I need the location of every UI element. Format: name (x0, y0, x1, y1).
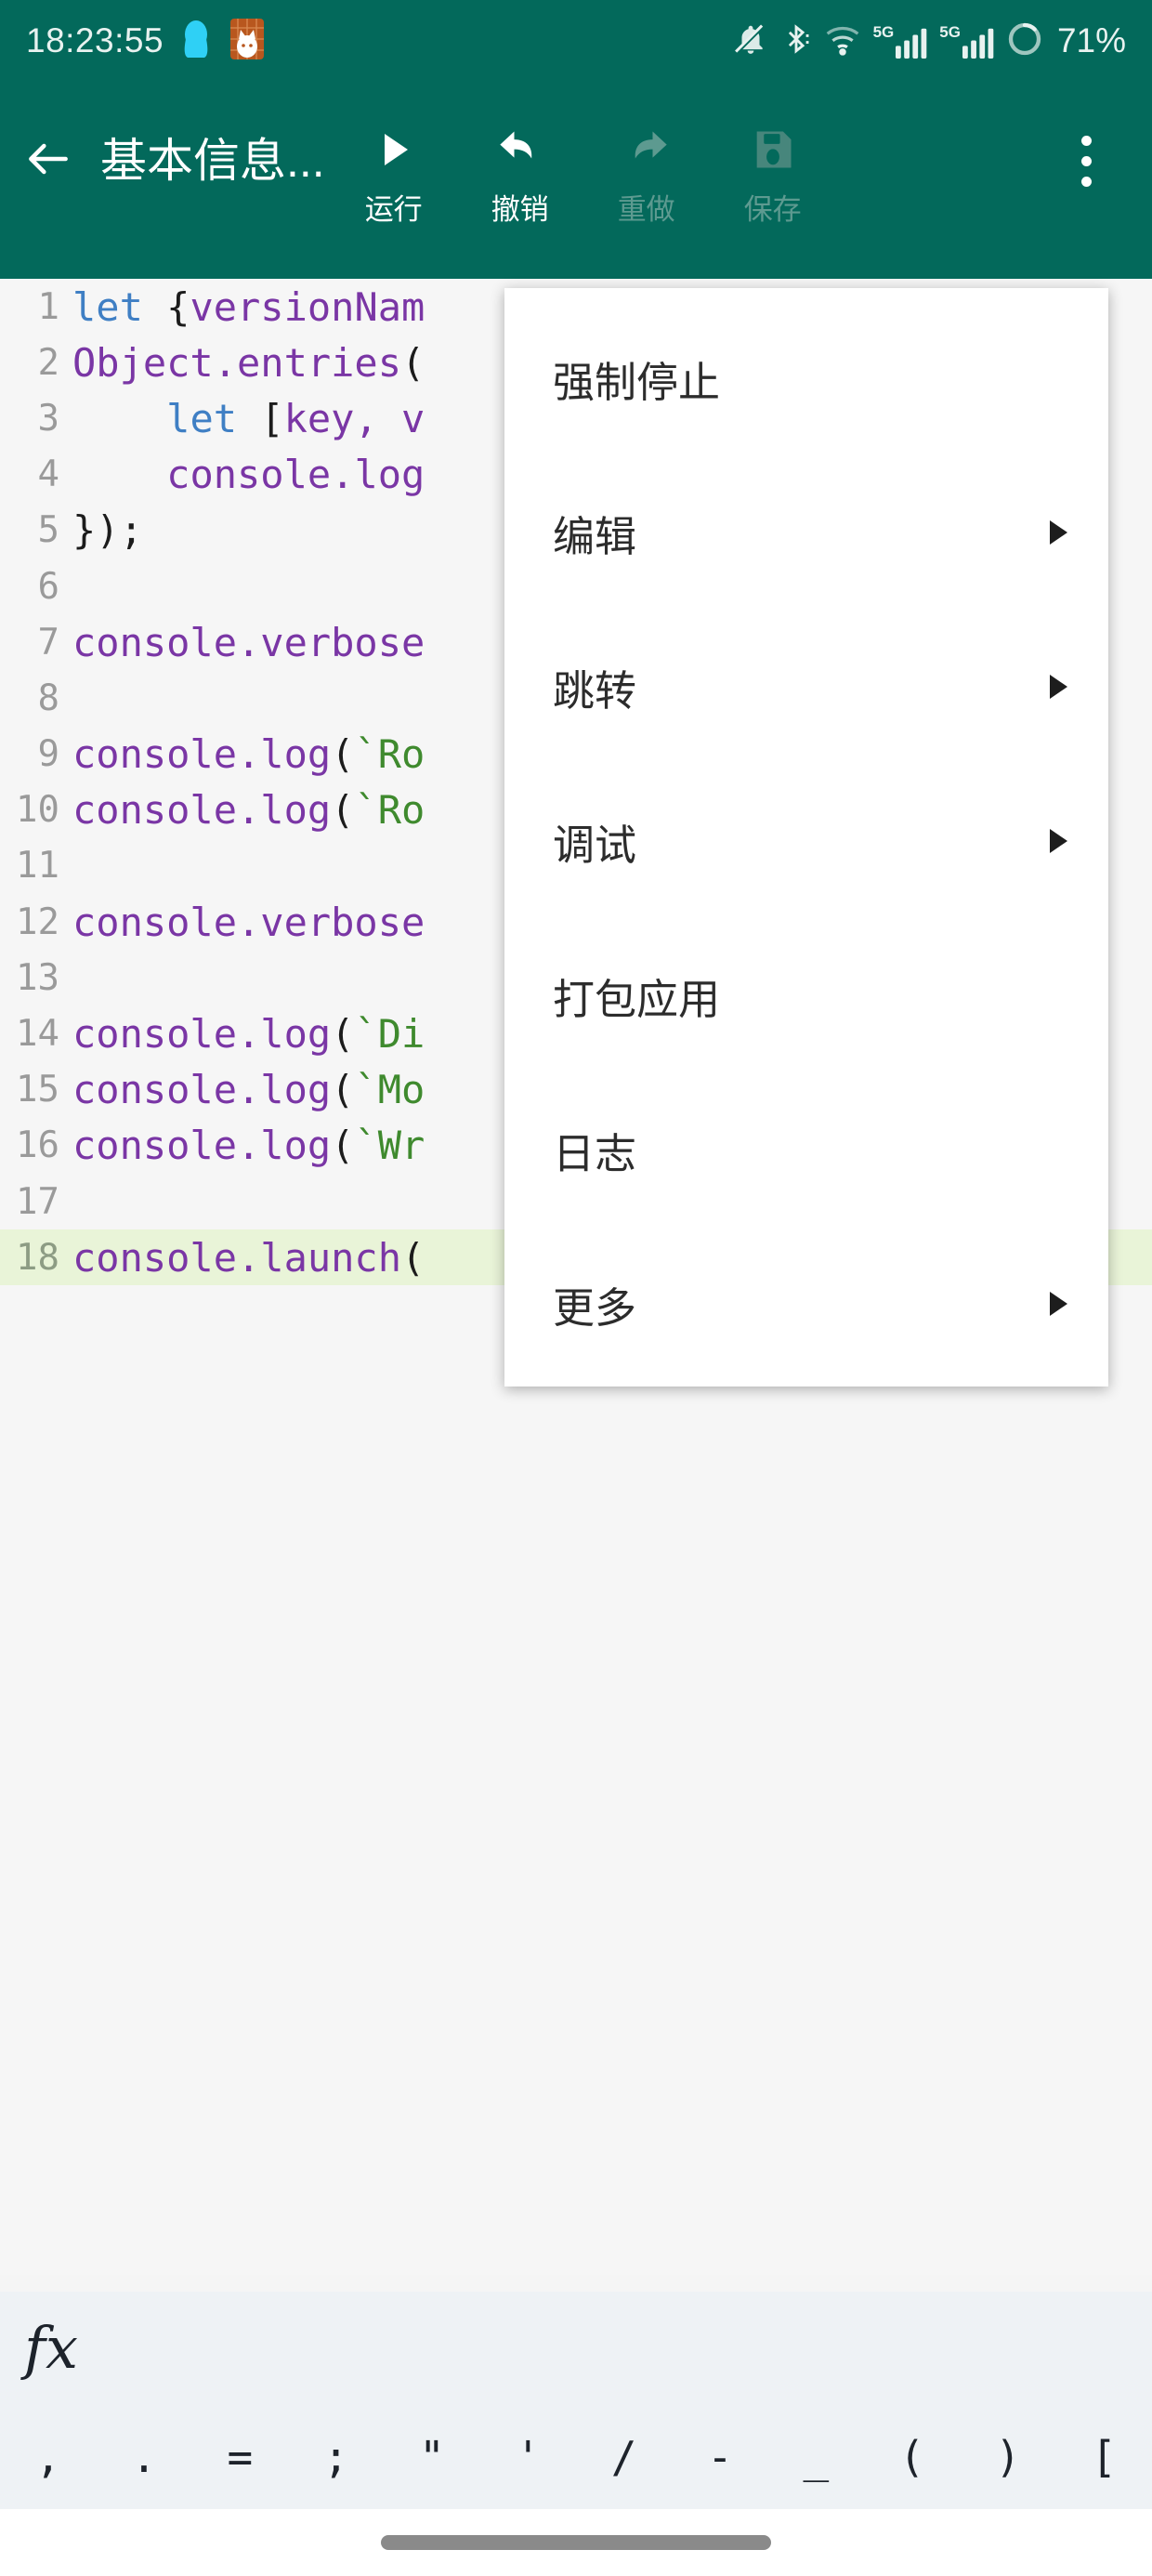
menu-item-label: 强制停止 (553, 358, 721, 406)
line-number: 14 (16, 1013, 59, 1056)
menu-item-force-stop[interactable]: 强制停止 (504, 301, 1108, 455)
line-number: 1 (37, 285, 59, 328)
status-bar-left: 18:23:55 (26, 17, 266, 66)
menu-item-jump[interactable]: 跳转 (504, 610, 1108, 764)
bluetooth-icon (780, 21, 812, 61)
menu-item-edit[interactable]: 编辑 (504, 455, 1108, 610)
overflow-dot (1080, 176, 1092, 187)
symbol-keyboard-bar: , . = ; " ' / - _ ( ) [ (0, 2405, 1152, 2509)
line-number: 4 (37, 453, 59, 496)
toolbar-actions: 运行 撤销 重做 保存 (331, 110, 836, 228)
overflow-popup-menu: 强制停止 编辑 跳转 调试 打包应用 日志 更多 (504, 288, 1108, 1387)
function-bar: fx (0, 2292, 1152, 2405)
line-number: 2 (37, 341, 59, 384)
line-number: 11 (16, 845, 59, 887)
chevron-right-icon (1050, 829, 1067, 853)
menu-item-label: 日志 (553, 1129, 637, 1177)
overflow-dot (1080, 135, 1092, 146)
line-number: 9 (37, 733, 59, 776)
symbol-key[interactable]: ' (480, 2432, 576, 2482)
symbol-key[interactable]: . (96, 2432, 191, 2482)
symbol-key[interactable]: / (576, 2432, 672, 2482)
save-icon (749, 119, 797, 180)
gesture-home-pill[interactable] (381, 2535, 771, 2550)
menu-item-label: 打包应用 (553, 975, 721, 1023)
back-button[interactable] (0, 110, 97, 212)
line-number: 16 (16, 1124, 59, 1167)
redo-button[interactable]: 重做 (583, 110, 710, 228)
android-navigation-bar (0, 2509, 1152, 2576)
save-label: 保存 (743, 193, 802, 226)
line-number: 15 (16, 1069, 59, 1111)
battery-percent-label: 71% (1056, 21, 1126, 59)
symbol-key[interactable]: ; (288, 2432, 384, 2482)
menu-item-debug[interactable]: 调试 (504, 764, 1108, 918)
signal-5g-icon-1: 5G (873, 24, 928, 59)
back-arrow-icon (22, 133, 74, 190)
redo-label: 重做 (617, 193, 675, 226)
line-number: 5 (37, 509, 59, 552)
menu-item-more[interactable]: 更多 (504, 1227, 1108, 1381)
symbol-key[interactable]: ( (864, 2432, 960, 2482)
qq-penguin-icon (182, 19, 210, 64)
line-number: 8 (37, 677, 59, 719)
undo-button[interactable]: 撤销 (457, 110, 583, 228)
redo-icon (620, 119, 674, 180)
symbol-key[interactable]: - (672, 2432, 767, 2482)
line-number: 13 (16, 956, 59, 999)
line-number: 3 (37, 397, 59, 440)
symbol-key[interactable]: , (0, 2432, 96, 2482)
line-number: 6 (37, 565, 59, 608)
menu-item-label: 更多 (553, 1283, 637, 1332)
app-toolbar: 基本信息... 运行 撤销 重做 保存 (0, 82, 1152, 279)
line-number: 17 (16, 1180, 59, 1223)
bell-mute-icon (733, 21, 768, 61)
menu-item-log[interactable]: 日志 (504, 1072, 1108, 1227)
line-number: 12 (16, 900, 59, 943)
menu-item-label: 调试 (553, 821, 637, 869)
app-notification-icon (229, 17, 266, 66)
fx-button[interactable]: fx (24, 2320, 78, 2377)
symbol-key[interactable]: " (384, 2432, 479, 2482)
chevron-right-icon (1050, 1292, 1067, 1316)
menu-item-label: 跳转 (553, 666, 637, 715)
save-button[interactable]: 保存 (710, 110, 836, 228)
status-clock: 18:23:55 (26, 21, 164, 59)
symbol-key[interactable]: = (192, 2432, 288, 2482)
line-number: 7 (37, 621, 59, 664)
overflow-dot (1080, 155, 1092, 166)
page-title: 基本信息... (100, 135, 325, 187)
phone-screen: 18:23:55 5G 5G 71% 基本信息... 运行 撤销 重做 保存 1… (0, 0, 1152, 2576)
chevron-right-icon (1050, 520, 1067, 545)
wifi-icon (824, 22, 861, 60)
line-number: 18 (16, 1236, 59, 1279)
overflow-menu-icon[interactable] (1035, 110, 1137, 212)
symbol-key[interactable]: ) (960, 2432, 1055, 2482)
signal-5g-icon-2: 5G (939, 24, 994, 59)
menu-item-package-app[interactable]: 打包应用 (504, 918, 1108, 1072)
chevron-right-icon (1050, 675, 1067, 699)
menu-item-label: 编辑 (553, 512, 637, 560)
status-bar: 18:23:55 5G 5G 71% (0, 0, 1152, 82)
symbol-key[interactable]: [ (1056, 2432, 1152, 2482)
battery-icon (1006, 20, 1043, 62)
symbol-key[interactable]: _ (768, 2432, 864, 2482)
status-bar-right: 5G 5G 71% (733, 20, 1126, 62)
run-button[interactable]: 运行 (331, 110, 457, 228)
line-number: 10 (16, 789, 59, 832)
undo-label: 撤销 (491, 193, 549, 226)
run-label: 运行 (364, 193, 423, 226)
undo-icon (493, 119, 547, 180)
play-icon (372, 119, 416, 180)
